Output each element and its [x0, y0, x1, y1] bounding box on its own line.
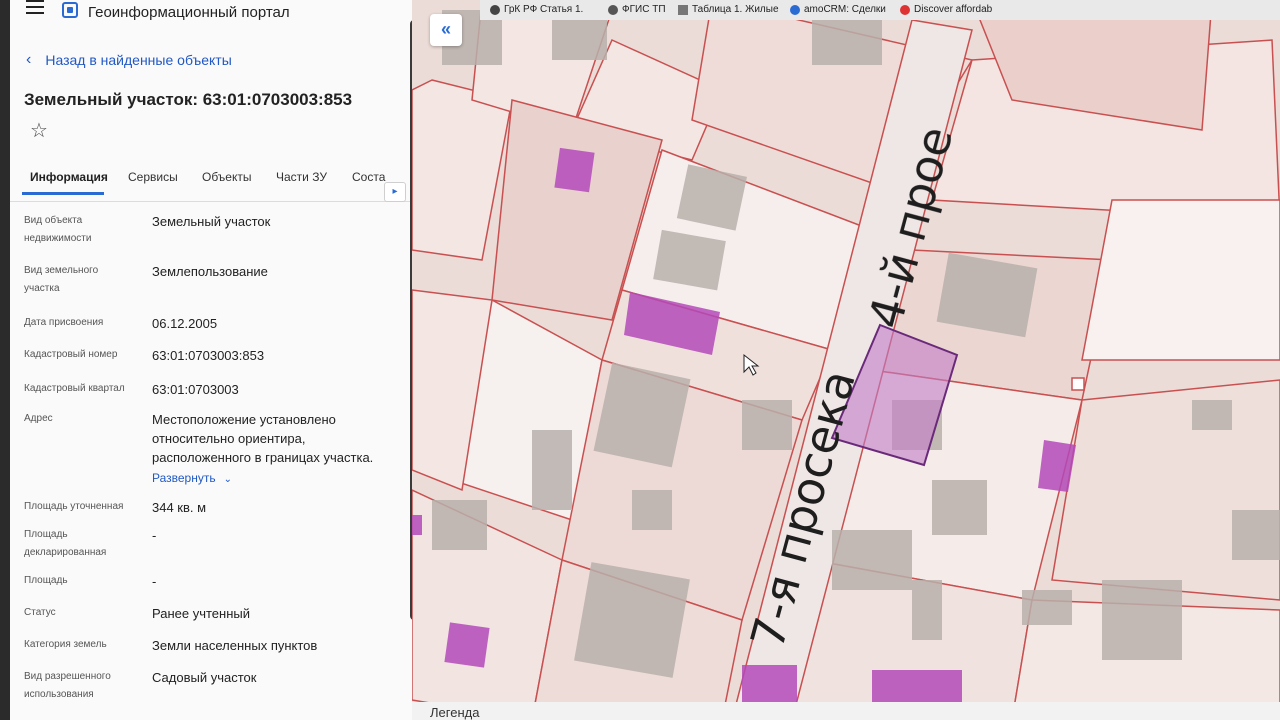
active-tab-indicator — [22, 192, 104, 195]
cadastral-map[interactable] — [412, 0, 1280, 720]
bookmark-label: Таблица 1. Жилые — [692, 4, 779, 15]
object-title: Земельный участок: 63:01:0703003:853 — [24, 90, 353, 109]
field-label: Кадастровый квартал — [24, 383, 125, 394]
field-value: 344 кв. м — [152, 500, 207, 515]
building — [742, 400, 792, 450]
field-value: 63:01:0703003:853 — [152, 348, 265, 363]
bookmark-item[interactable]: amoCRM: Сделки — [790, 4, 886, 15]
building — [632, 490, 672, 530]
bookmark-label: ФГИС ТП — [622, 4, 666, 15]
portal-logo-icon — [62, 2, 78, 18]
field-label: Площадь уточненная — [24, 501, 124, 512]
field-value: Садовый участок — [152, 670, 257, 685]
highlight-parcel — [554, 147, 595, 193]
field-label: Вид земельного участка — [24, 265, 99, 294]
building — [1102, 580, 1182, 660]
field-label: Статус — [24, 607, 56, 618]
building — [1022, 590, 1072, 625]
bookmark-icon — [790, 4, 800, 15]
building — [912, 580, 942, 640]
tab-information[interactable]: Информация — [30, 170, 108, 184]
browser-bookmarks-bar: ГрК РФ Статья 1. ФГИС ТП Таблица 1. Жилы… — [480, 0, 1280, 20]
bookmark-item[interactable]: ФГИС ТП — [608, 4, 666, 15]
building — [1192, 400, 1232, 430]
field-value: Ранее учтенный — [152, 606, 250, 621]
map-legend-bar[interactable]: Легенда — [412, 702, 1280, 720]
bookmark-icon — [490, 4, 500, 15]
field-label: Площадь декларированная — [24, 529, 107, 558]
field-value: Земельный участок — [152, 214, 271, 229]
back-to-results-link[interactable]: ‹ Назад в найденные объекты — [26, 51, 232, 69]
address-text: Местоположение установлено относительно … — [152, 412, 374, 465]
building — [432, 500, 487, 550]
bookmark-label: Discover affordab — [914, 4, 993, 15]
parcel — [1051, 379, 1280, 601]
building — [832, 530, 912, 590]
field-value: Земли населенных пунктов — [152, 638, 318, 653]
chevron-left-icon: ‹ — [26, 51, 32, 68]
bookmark-label: ГрК РФ Статья 1. — [504, 4, 584, 15]
building — [1232, 510, 1280, 560]
building — [574, 562, 690, 678]
bookmark-item[interactable]: ГрК РФ Статья 1. — [490, 4, 583, 15]
tab-bar: Информация Сервисы Объекты Части ЗУ Сост… — [10, 162, 412, 202]
field-label: Адрес — [24, 413, 53, 424]
back-link-label: Назад в найденные объекты — [45, 52, 232, 68]
tab-objects[interactable]: Объекты — [202, 170, 252, 184]
field-value: 06.12.2005 — [152, 316, 218, 331]
bookmark-label: amoCRM: Сделки — [804, 4, 886, 15]
field-label: Вид объекта недвижимости — [24, 215, 92, 244]
field-value: - — [152, 574, 157, 589]
field-label: Кадастровый номер — [24, 349, 118, 360]
collapse-panel-button[interactable]: « — [430, 14, 462, 46]
bookmark-icon — [900, 4, 910, 15]
field-label: Категория земель — [24, 639, 107, 650]
header: Геоинформационный портал — [10, 0, 412, 36]
bookmark-item[interactable]: Discover affordab — [900, 4, 992, 15]
building — [932, 480, 987, 535]
bookmark-icon — [678, 4, 688, 15]
tab-composition[interactable]: Соста — [352, 170, 385, 184]
field-value: Землепользование — [152, 264, 268, 279]
expand-address-link[interactable]: Развернуть ⌄ — [152, 469, 232, 489]
legend-label: Легенда — [430, 705, 480, 720]
favorite-star-icon[interactable]: ☆ — [30, 118, 48, 143]
map-canvas — [412, 0, 1280, 720]
map-marker — [1071, 377, 1085, 391]
parcel — [1081, 199, 1280, 361]
tab-parts[interactable]: Части ЗУ — [276, 170, 327, 184]
hamburger-menu-icon[interactable] — [26, 0, 44, 14]
field-label: Вид разрешенного использования — [24, 671, 111, 700]
field-value: 63:01:0703003 — [152, 382, 239, 397]
chevron-down-icon: ⌄ — [223, 474, 232, 485]
info-panel: Геоинформационный портал ‹ Назад в найде… — [10, 0, 412, 720]
bookmark-item[interactable]: Таблица 1. Жилые — [678, 4, 779, 15]
highlight-parcel — [444, 622, 490, 668]
expand-label: Развернуть — [152, 471, 216, 485]
field-value: - — [152, 528, 157, 543]
building — [532, 430, 572, 510]
field-label: Дата присвоения — [24, 317, 104, 328]
portal-title: Геоинформационный портал — [88, 4, 290, 21]
tabs-scroll-right-button[interactable]: ▸ — [384, 182, 406, 202]
highlight-parcel — [412, 515, 422, 535]
field-value: Местоположение установлено относительно … — [152, 410, 392, 489]
tab-services[interactable]: Сервисы — [128, 170, 178, 184]
field-label: Площадь — [24, 575, 68, 586]
bookmark-icon — [608, 4, 618, 15]
